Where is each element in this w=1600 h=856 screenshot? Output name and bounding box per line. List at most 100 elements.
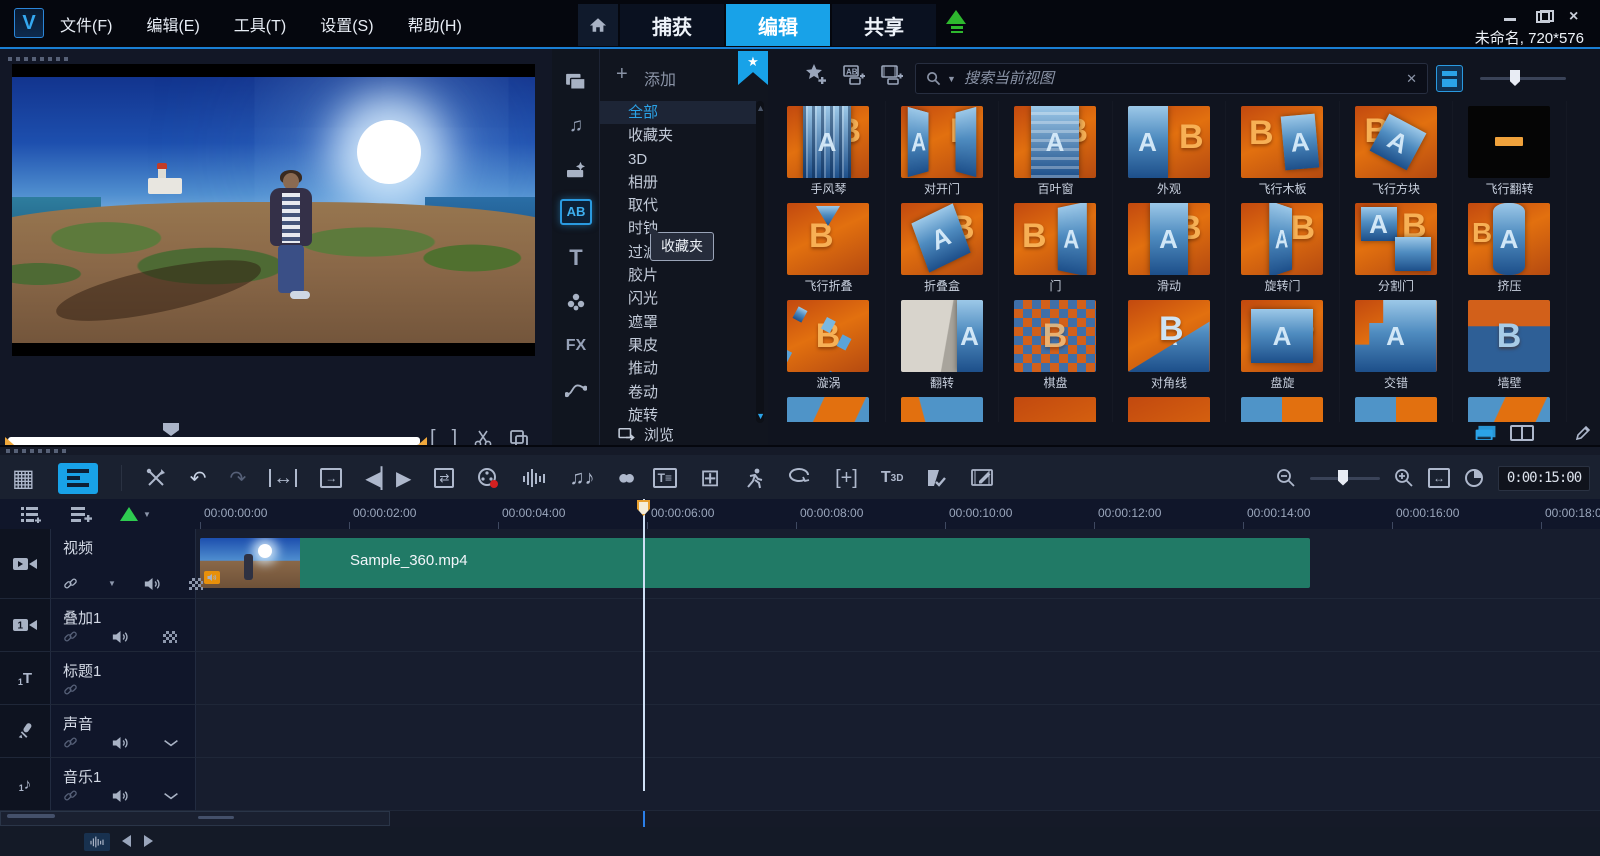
transition-item[interactable] [999,392,1113,422]
category-item[interactable]: 遮罩 [600,311,756,334]
add-template-icon[interactable] [880,63,904,85]
tools-button[interactable] [145,467,167,489]
track-lane-overlay[interactable] [195,599,1600,652]
transition-item[interactable]: BA挤压 [1453,198,1567,295]
menu-edit[interactable]: 编辑(E) [146,12,199,36]
track-transparency-icon[interactable] [163,631,177,643]
tab-edit[interactable]: 编辑 [726,4,830,46]
thumbnail-size-slider[interactable] [1480,77,1566,80]
transition-item[interactable]: BA百叶窗 [999,101,1113,198]
project-duration-display[interactable]: 0:00:15:00 [1498,466,1590,491]
search-box[interactable]: ▼ ✕ [915,63,1428,94]
menu-file[interactable]: 文件(F) [60,12,112,36]
transition-item[interactable]: BA翻转 [886,295,1000,392]
menu-help[interactable]: 帮助(H) [408,12,462,36]
transition-item[interactable] [1453,392,1567,422]
track-type-icon-voice[interactable] [0,705,50,758]
timeline-ruler[interactable]: 00:00:00:0000:00:02:0000:00:04:0000:00:0… [195,499,1600,529]
panel-drag-handle[interactable] [8,57,68,61]
transition-item[interactable]: BA手风琴 [772,101,886,198]
category-item[interactable]: 果皮 [600,334,756,357]
track-link-icon[interactable] [63,576,78,591]
search-input[interactable] [964,70,1406,87]
menu-settings[interactable]: 设置(S) [320,12,373,36]
browse-button[interactable]: 浏览 [600,423,768,445]
transition-item[interactable]: BA飞行木板 [1226,101,1340,198]
track-type-icon-music[interactable]: 1♪ [0,758,50,811]
category-item[interactable]: 收藏夹 [600,124,756,147]
transition-item[interactable]: BA漩涡 [772,295,886,392]
scroll-right-icon[interactable] [144,835,153,847]
list-view-toggle-button[interactable] [1436,65,1463,92]
timeline-drag-handle[interactable] [6,449,66,453]
timeline-view-button[interactable] [58,463,98,494]
category-item[interactable]: 闪光 [600,287,756,310]
track-header[interactable]: 视频▼ [50,529,195,599]
undo-button[interactable]: ↶ [190,466,207,491]
track-link-icon[interactable] [63,735,78,750]
transition-item[interactable]: BA飞行折叠 [772,198,886,295]
minimize-button[interactable] [1503,10,1518,23]
transition-item[interactable]: BA飞行翻转 [1453,101,1567,198]
category-item[interactable]: 旋转 [600,404,756,423]
ripple-toggle-button[interactable]: ▼ [120,507,151,521]
trim-interval-button[interactable]: ↔ [269,469,297,487]
header-scroll-thumb[interactable] [7,814,55,818]
two-pane-view-icon[interactable] [1510,425,1534,441]
track-mute-icon[interactable] [112,736,129,750]
media-library-icon[interactable] [552,67,600,97]
transition-item[interactable] [1226,392,1340,422]
track-header[interactable]: 叠加1 [50,599,195,652]
track-header[interactable]: 声音 [50,705,195,758]
add-track-icon[interactable] [70,505,92,523]
transition-item[interactable]: BA交错 [1340,295,1454,392]
timeline-zoom-slider[interactable] [1310,477,1380,480]
motion-tracking-button[interactable] [743,467,765,489]
transition-item[interactable]: BA外观 [1113,101,1227,198]
project-duration-clock-icon[interactable] [1464,468,1484,488]
timeline-clip[interactable]: Sample_360.mp4 [200,538,1310,588]
search-clear-icon[interactable]: ✕ [1406,71,1417,87]
3d-title-button[interactable]: T3D [881,469,904,487]
track-link-icon[interactable] [63,629,78,644]
zoom-in-icon[interactable] [1394,468,1414,488]
track-type-icon-overlay[interactable]: 1 [0,599,50,652]
customize-motion-button[interactable] [788,467,812,489]
transition-item[interactable] [886,392,1000,422]
category-item[interactable]: 相册 [600,171,756,194]
timeline-scroll-thumb[interactable] [198,816,234,819]
category-item[interactable]: 3D [600,148,756,171]
edit-pencil-icon[interactable] [1574,424,1592,442]
storyboard-view-button[interactable]: ▦ [12,464,35,493]
graphics-library-icon[interactable] [552,287,600,317]
scroll-left-icon[interactable] [122,835,131,847]
track-waveform-icon[interactable] [163,738,179,748]
titles-library-icon[interactable]: T [552,243,600,273]
slider-thumb[interactable] [1510,70,1520,86]
category-item[interactable]: 胶片 [600,264,756,287]
zoom-out-icon[interactable] [1276,468,1296,488]
track-mute-icon[interactable] [112,789,129,803]
transition-item[interactable]: BA棋盘 [999,295,1113,392]
track-link-icon[interactable] [63,682,78,697]
track-height-icon[interactable] [84,833,110,851]
search-scope-caret-icon[interactable]: ▼ [947,74,956,84]
category-item[interactable]: 取代 [600,194,756,217]
close-button[interactable]: × [1569,10,1584,23]
transition-item[interactable] [1340,392,1454,422]
motion-path-library-icon[interactable] [552,375,600,405]
transitions-library-icon[interactable]: AB [552,197,600,227]
track-mute-icon[interactable] [144,577,161,591]
filters-library-icon[interactable]: FX [552,331,600,361]
ripple-edit-button[interactable]: ⇄ [434,468,454,488]
split-clip-button[interactable]: ◀▏▶ [365,466,411,491]
grid-button[interactable]: ⊞ [700,464,720,493]
title-editor-button[interactable]: T≡ [653,468,677,488]
batch-convert-button[interactable]: → [320,468,342,488]
add-to-favorites-icon[interactable] [804,63,828,85]
preview-video[interactable] [12,64,535,356]
track-manager-icon[interactable] [20,505,42,523]
track-lane-title[interactable] [195,652,1600,705]
transition-item[interactable]: BA旋转门 [1226,198,1340,295]
transition-item[interactable]: BA对角线 [1113,295,1227,392]
